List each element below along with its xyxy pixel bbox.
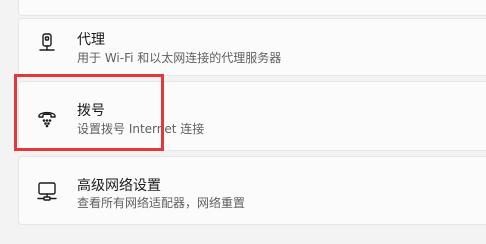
settings-item-description: 用于 Wi-Fi 和以太网连接的代理服务器 [77, 51, 282, 65]
settings-item-proxy[interactable]: 代理 用于 Wi-Fi 和以太网连接的代理服务器 [18, 18, 486, 76]
advanced-network-icon [35, 179, 59, 203]
settings-item-title: 拨号 [77, 103, 105, 119]
settings-item-dial-up[interactable]: 拨号 设置拨号 Internet 连接 [18, 81, 486, 151]
settings-item-title: 代理 [77, 32, 105, 48]
previous-settings-card[interactable] [18, 0, 486, 16]
settings-item-title: 高级网络设置 [77, 178, 161, 194]
proxy-icon [35, 31, 59, 55]
settings-item-description: 查看所有网络适配器，网络重置 [77, 196, 246, 210]
settings-item-description: 设置拨号 Internet 连接 [77, 122, 205, 136]
settings-item-advanced-network[interactable]: 高级网络设置 查看所有网络适配器，网络重置 [18, 156, 486, 225]
dial-up-icon [35, 105, 59, 129]
